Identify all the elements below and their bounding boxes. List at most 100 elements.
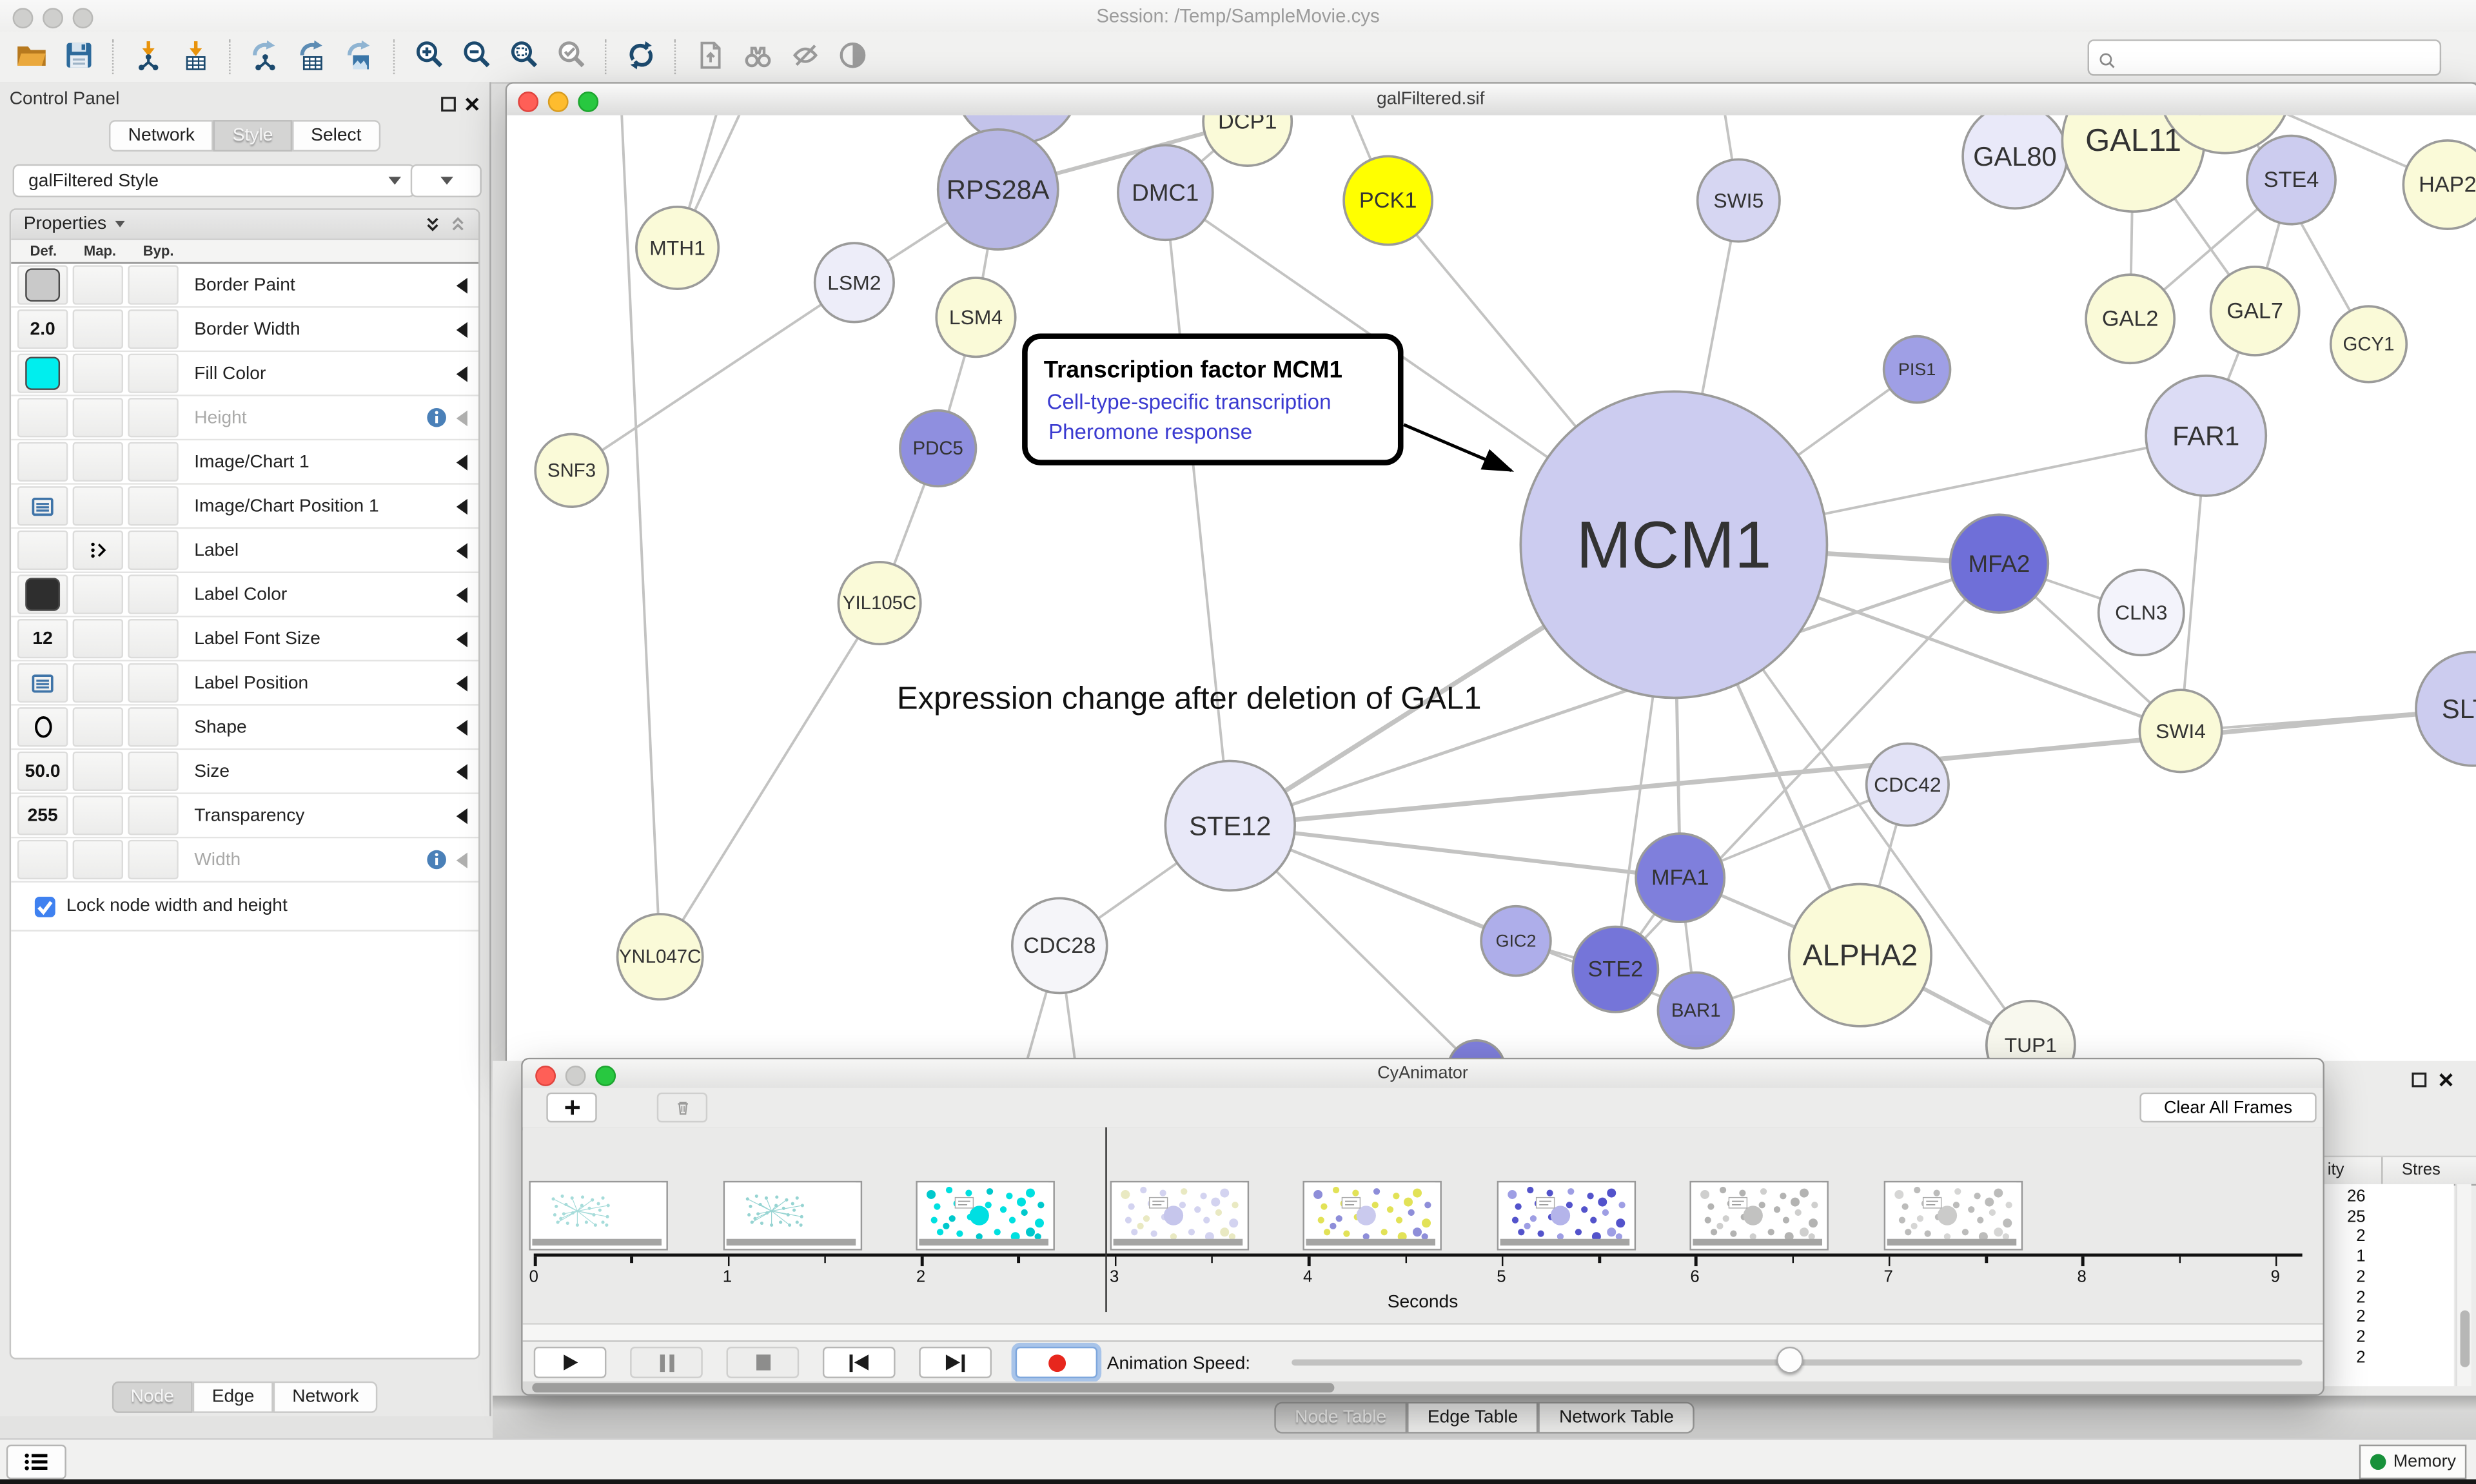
- open-session-button[interactable]: [8, 36, 55, 77]
- pause-button[interactable]: [630, 1347, 703, 1378]
- expand-arrow-icon[interactable]: [457, 852, 467, 867]
- property-row-border-paint[interactable]: Border Paint: [11, 264, 478, 308]
- style-options-button[interactable]: [411, 164, 482, 197]
- default-value-cell[interactable]: [17, 442, 68, 482]
- mapping-cell[interactable]: [73, 574, 123, 614]
- default-value-cell[interactable]: [17, 663, 68, 703]
- default-value-cell[interactable]: [17, 840, 68, 879]
- tab-network-table[interactable]: Network Table: [1538, 1401, 1695, 1432]
- property-row-label-font-size[interactable]: 12Label Font Size: [11, 618, 478, 662]
- property-row-fill-color[interactable]: Fill Color: [11, 352, 478, 396]
- property-row-transparency[interactable]: 255Transparency: [11, 794, 478, 839]
- caption-annotation[interactable]: Expression change after deletion of GAL1: [897, 681, 1482, 716]
- edge[interactable]: [660, 603, 879, 957]
- info-icon[interactable]: [426, 850, 447, 870]
- properties-header[interactable]: Properties: [11, 210, 478, 240]
- search-box[interactable]: [2088, 39, 2442, 75]
- play-button[interactable]: [534, 1347, 607, 1378]
- add-frame-button[interactable]: [546, 1093, 596, 1123]
- mapping-cell[interactable]: [73, 840, 123, 879]
- bypass-cell[interactable]: [128, 309, 178, 349]
- bypass-cell[interactable]: [128, 574, 178, 614]
- frame-thumbnail-2[interactable]: [916, 1181, 1056, 1251]
- edge[interactable]: [1165, 193, 1230, 826]
- table-header-row[interactable]: ity Stres: [2318, 1156, 2476, 1186]
- bypass-cell[interactable]: [128, 752, 178, 791]
- mapping-cell[interactable]: [73, 752, 123, 791]
- expand-arrow-icon[interactable]: [457, 808, 467, 823]
- default-value-cell[interactable]: [17, 574, 68, 614]
- tab-network[interactable]: Network: [273, 1381, 378, 1413]
- network-window-titlebar[interactable]: galFiltered.sif: [507, 84, 2476, 117]
- bypass-cell[interactable]: [128, 619, 178, 658]
- first-neighbors-button[interactable]: [734, 36, 781, 77]
- export-network-button[interactable]: [242, 36, 289, 77]
- annotation-box[interactable]: Transcription factor MCM1 Cell-type-spec…: [1025, 337, 1511, 471]
- expand-arrow-icon[interactable]: [457, 498, 467, 514]
- expand-arrow-icon[interactable]: [457, 542, 467, 558]
- table-body[interactable]: 26252122222: [2318, 1184, 2454, 1386]
- frame-thumbnail-3[interactable]: [1110, 1181, 1249, 1251]
- property-row-width[interactable]: Width: [11, 838, 478, 883]
- save-session-button[interactable]: [55, 36, 103, 77]
- tab-edge[interactable]: Edge: [193, 1381, 273, 1413]
- export-table-button[interactable]: [289, 36, 336, 77]
- mapping-cell[interactable]: [73, 663, 123, 703]
- bypass-cell[interactable]: [128, 840, 178, 879]
- property-row-size[interactable]: 50.0Size: [11, 750, 478, 794]
- bypass-cell[interactable]: [128, 398, 178, 437]
- scrollbar-thumb[interactable]: [532, 1383, 1334, 1392]
- default-value-cell[interactable]: [17, 398, 68, 437]
- skip-start-button[interactable]: [823, 1347, 896, 1378]
- bypass-cell[interactable]: [128, 796, 178, 835]
- tab-select[interactable]: Select: [292, 120, 380, 151]
- mapping-cell[interactable]: [73, 796, 123, 835]
- slider-thumb[interactable]: [1776, 1347, 1803, 1374]
- lock-checkbox[interactable]: [35, 896, 55, 917]
- float-panel-icon[interactable]: [440, 92, 456, 107]
- property-row-label-position[interactable]: Label Position: [11, 661, 478, 706]
- tab-network[interactable]: Network: [109, 120, 213, 151]
- default-value-cell[interactable]: [17, 354, 68, 393]
- bypass-cell[interactable]: [128, 531, 178, 570]
- animation-timeline[interactable]: Seconds 0123456789: [523, 1128, 2323, 1341]
- column-divider[interactable]: [2381, 1157, 2383, 1184]
- expand-arrow-icon[interactable]: [457, 321, 467, 337]
- memory-button[interactable]: Memory: [2359, 1445, 2467, 1479]
- bypass-cell[interactable]: [128, 442, 178, 482]
- property-row-height[interactable]: Height: [11, 396, 478, 441]
- default-value-cell[interactable]: [17, 707, 68, 747]
- property-row-image-chart-position-1[interactable]: Image/Chart Position 1: [11, 485, 478, 529]
- table-sc rollbar[interactable]: [2455, 1184, 2471, 1386]
- property-row-border-width[interactable]: 2.0Border Width: [11, 308, 478, 353]
- skip-end-button[interactable]: [919, 1347, 992, 1378]
- export-image-button[interactable]: [337, 36, 384, 77]
- import-network-button[interactable]: [124, 36, 172, 77]
- default-value-cell[interactable]: [17, 265, 68, 304]
- info-icon[interactable]: [426, 407, 447, 428]
- table-column-stress[interactable]: Stres: [2402, 1160, 2441, 1179]
- delete-frame-button[interactable]: [657, 1093, 707, 1123]
- zoom-selected-button[interactable]: [548, 36, 595, 77]
- timeline-scrollbar[interactable]: [523, 1381, 2323, 1394]
- mapping-cell[interactable]: [73, 442, 123, 482]
- mapping-cell[interactable]: [73, 354, 123, 393]
- tab-node[interactable]: Node: [112, 1381, 193, 1413]
- frame-thumbnail-1[interactable]: [723, 1181, 862, 1251]
- default-value-cell[interactable]: 50.0: [17, 752, 68, 791]
- mapping-cell[interactable]: [73, 486, 123, 525]
- close-panel-icon[interactable]: [464, 92, 480, 107]
- bypass-cell[interactable]: [128, 707, 178, 747]
- import-table-button[interactable]: [172, 36, 219, 77]
- bypass-cell[interactable]: [128, 663, 178, 703]
- tab-node-table[interactable]: Node Table: [1274, 1401, 1407, 1432]
- property-row-image-chart-1[interactable]: Image/Chart 1: [11, 440, 478, 485]
- default-value-cell[interactable]: [17, 531, 68, 570]
- search-input[interactable]: [2122, 46, 2439, 68]
- mapping-cell[interactable]: [73, 309, 123, 349]
- default-value-cell[interactable]: 255: [17, 796, 68, 835]
- bypass-cell[interactable]: [128, 354, 178, 393]
- close-panel-icon[interactable]: [2438, 1068, 2453, 1083]
- mapping-cell[interactable]: [73, 707, 123, 747]
- collapse-all-icon[interactable]: [450, 217, 466, 232]
